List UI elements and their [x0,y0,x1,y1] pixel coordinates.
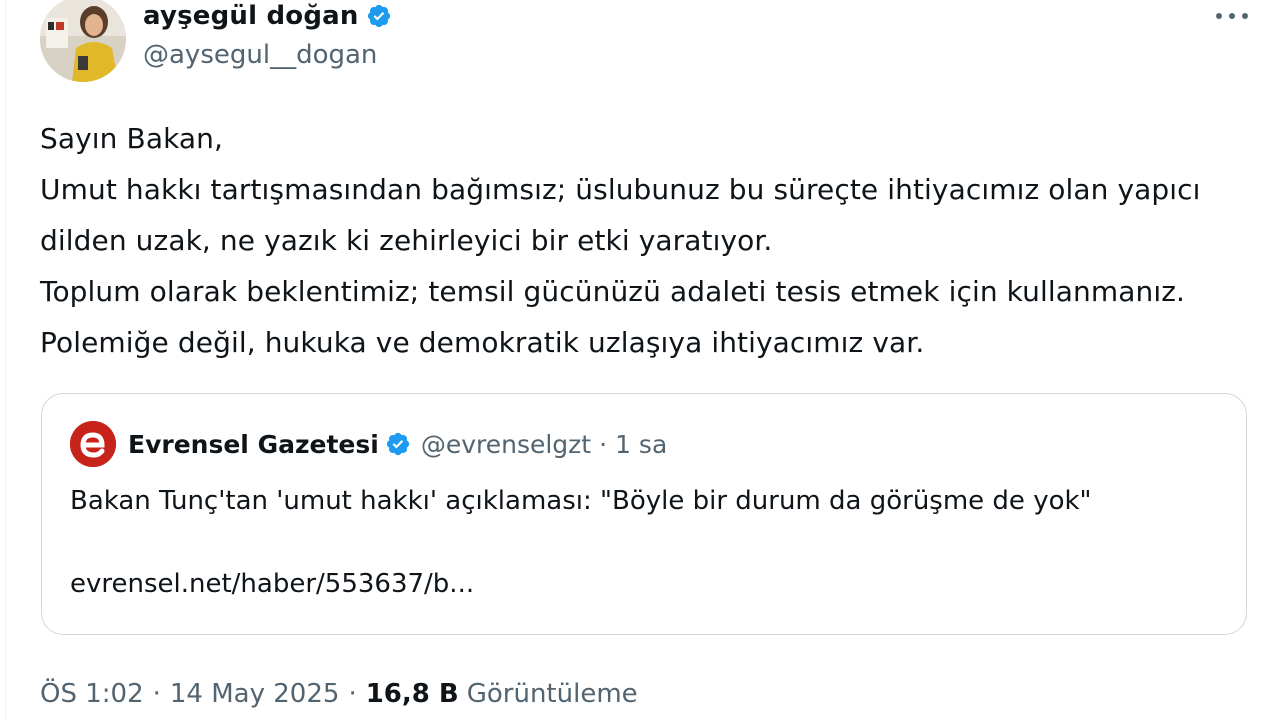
quoted-tweet-card[interactable]: Evrensel Gazetesi @evrenselgzt · 1 sa Ba… [41,393,1247,635]
profile-photo [40,0,126,82]
evrensel-e-logo [70,421,116,467]
quoted-verified-wrapper [385,431,411,457]
quoted-author-handle[interactable]: @evrenselgzt [421,430,591,459]
verified-badge-icon [367,4,390,28]
more-options-button[interactable] [1212,4,1252,28]
quoted-tweet-header: Evrensel Gazetesi @evrenselgzt · 1 sa [70,421,667,467]
timeline-border [5,0,6,720]
meta-separator: · [152,679,161,709]
tweet-text: Sayın Bakan, Umut hakkı tartışmasından b… [40,122,1201,359]
quoted-author-name[interactable]: Evrensel Gazetesi [128,430,379,459]
views-count[interactable]: 16,8 B [366,679,459,709]
tweet-time[interactable]: ÖS 1:02 [40,679,144,709]
more-dots-icon [1216,13,1248,19]
author-avatar[interactable] [40,0,126,82]
meta-separator: · [348,679,357,709]
tweet-meta: ÖS 1:02 · 14 May 2025 · 16,8 B Görüntüle… [40,672,638,716]
quoted-timestamp[interactable]: 1 sa [615,430,667,459]
evrensel-logo-icon [70,421,116,467]
verified-badge-icon [386,432,409,456]
quoted-separator: · [599,429,608,459]
author-display-name[interactable]: ayşegül doğan [143,1,359,31]
author-handle[interactable]: @aysegul__dogan [143,40,377,70]
quoted-tweet-text: Bakan Tunç'tan 'umut hakkı' açıklaması: … [70,486,1092,516]
tweet-date[interactable]: 14 May 2025 [170,679,340,709]
author-name-row: ayşegül doğan [143,0,392,34]
quoted-tweet-link[interactable]: evrensel.net/haber/553637/b... [70,563,474,605]
views-label: Görüntüleme [466,679,638,709]
